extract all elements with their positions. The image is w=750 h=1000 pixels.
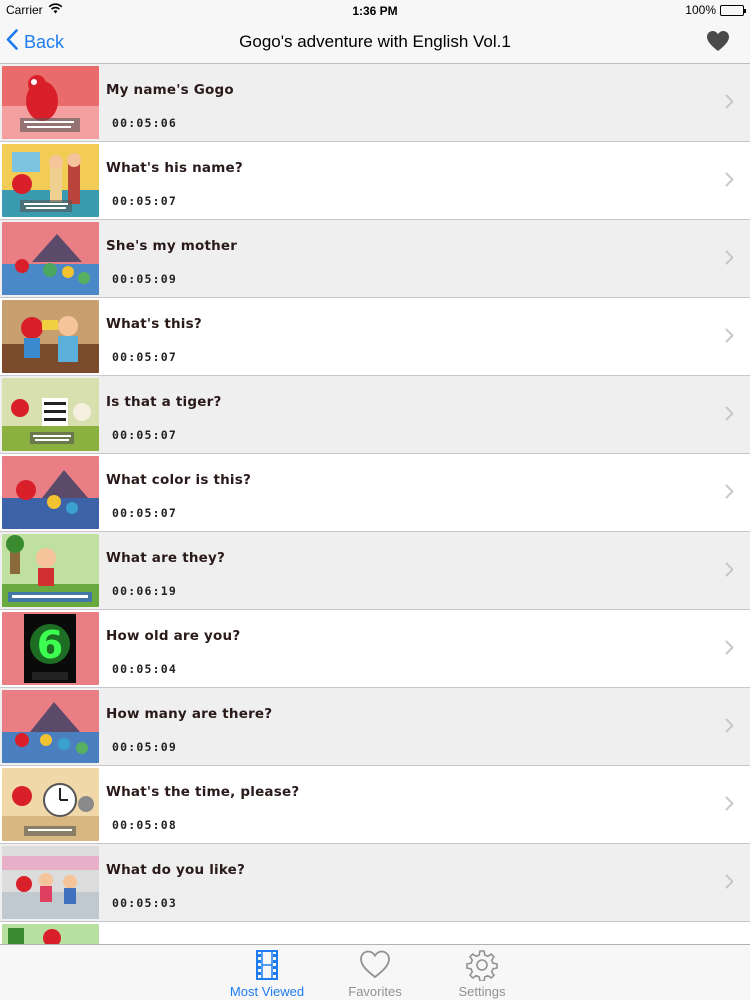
svg-text:6: 6 [37, 623, 63, 667]
heart-icon [706, 31, 730, 56]
page-title: Gogo's adventure with English Vol.1 [239, 32, 511, 51]
gear-icon [432, 949, 532, 982]
episode-title: What are they? [106, 550, 226, 566]
episode-duration: 00:05:07 [112, 428, 177, 442]
episode-thumbnail [2, 768, 99, 841]
chevron-right-icon [725, 640, 734, 660]
episode-duration: 00:05:07 [112, 506, 177, 520]
list-item[interactable]: What do you like? 00:05:03 [0, 844, 750, 922]
chevron-right-icon [725, 796, 734, 816]
battery-percent: 100% [685, 3, 716, 17]
chevron-right-icon [725, 718, 734, 738]
tab-label: Settings [458, 984, 506, 999]
status-time: 1:36 PM [352, 4, 398, 18]
episode-duration: 00:05:03 [112, 896, 177, 910]
film-icon [217, 949, 317, 981]
episode-duration: 00:05:07 [112, 194, 177, 208]
list-item[interactable]: 6 How old are you? 00:05:04 [0, 610, 750, 688]
list-item[interactable]: What's his name? 00:05:07 [0, 142, 750, 220]
episode-title: What's the time, please? [106, 784, 300, 800]
episode-thumbnail [2, 690, 99, 763]
episode-duration: 00:05:08 [112, 818, 177, 832]
episode-thumbnail [2, 300, 99, 373]
list-item[interactable]: What's this? 00:05:07 [0, 298, 750, 376]
list-item[interactable]: Is that a tiger? 00:05:07 [0, 376, 750, 454]
episode-duration: 00:05:06 [112, 116, 177, 130]
tab-label: Favorites [348, 984, 402, 999]
list-item[interactable]: My name's Gogo 00:05:06 [0, 64, 750, 142]
tab-favorites[interactable]: Favorites [325, 949, 425, 999]
favorite-button[interactable] [706, 30, 730, 57]
episode-title: How many are there? [106, 706, 273, 722]
heart-outline-icon [325, 949, 425, 981]
episode-title: What's this? [106, 316, 202, 332]
episode-title: How old are you? [106, 628, 241, 644]
tab-label: Most Viewed [229, 984, 305, 999]
chevron-right-icon [725, 328, 734, 348]
episode-title: My name's Gogo [106, 82, 234, 98]
battery-icon [720, 4, 746, 16]
list-item[interactable]: She's my mother 00:05:09 [0, 220, 750, 298]
episode-thumbnail [2, 66, 99, 139]
tab-bar: Most Viewed Favorites Settings [0, 944, 750, 1000]
episode-thumbnail [2, 534, 99, 607]
status-bar: Carrier 1:36 PM 100% [0, 0, 750, 22]
list-item[interactable]: What color is this? 00:05:07 [0, 454, 750, 532]
chevron-right-icon [725, 172, 734, 192]
episode-duration: 00:05:09 [112, 272, 177, 286]
tab-settings[interactable]: Settings [432, 949, 532, 999]
chevron-right-icon [725, 406, 734, 426]
list-item[interactable]: How many are there? 00:05:09 [0, 688, 750, 766]
status-right: 100% [685, 3, 746, 17]
episode-thumbnail [2, 144, 99, 217]
episode-duration: 00:05:04 [112, 662, 177, 676]
list-item[interactable]: What's the time, please? 00:05:08 [0, 766, 750, 844]
episode-title: What color is this? [106, 472, 252, 488]
chevron-right-icon [725, 484, 734, 504]
episode-thumbnail [2, 846, 99, 919]
episode-title: What's his name? [106, 160, 243, 176]
episode-duration: 00:06:19 [112, 584, 177, 598]
list-item[interactable]: What are they? 00:06:19 [0, 532, 750, 610]
episode-thumbnail [2, 378, 99, 451]
episode-title: What do you like? [106, 862, 246, 878]
episode-thumbnail [2, 456, 99, 529]
episode-duration: 00:05:07 [112, 350, 177, 364]
list-item-partial[interactable] [0, 922, 750, 944]
tab-most-viewed[interactable]: Most Viewed [217, 949, 317, 999]
chevron-right-icon [725, 562, 734, 582]
episode-duration: 00:05:09 [112, 740, 177, 754]
episode-title: She's my mother [106, 238, 238, 254]
chevron-right-icon [725, 250, 734, 270]
episode-thumbnail: 6 [2, 612, 99, 685]
chevron-right-icon [725, 94, 734, 114]
episode-title: Is that a tiger? [106, 394, 222, 410]
episode-list: My name's Gogo 00:05:06 What's his name? [0, 64, 750, 944]
chevron-right-icon [725, 874, 734, 894]
episode-thumbnail [2, 924, 99, 944]
episode-thumbnail [2, 222, 99, 295]
navigation-bar: Back Gogo's adventure with English Vol.1 [0, 22, 750, 64]
